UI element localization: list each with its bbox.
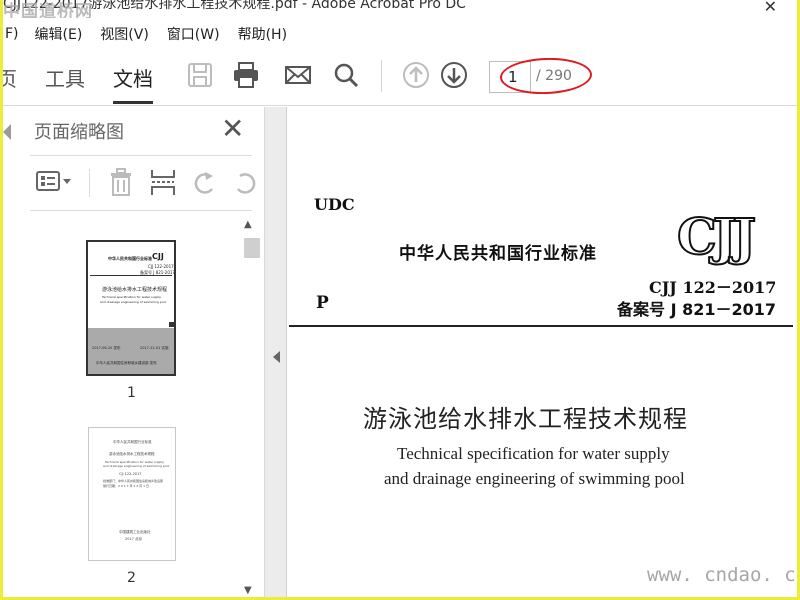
footer-watermark: www. cndao. com bbox=[647, 564, 797, 586]
title-bar: CJJ122-2017游泳池给水排水工程技术规程.pdf - Adobe Acr… bbox=[3, 0, 797, 18]
menu-window[interactable]: 窗口(W) bbox=[167, 24, 220, 44]
delete-icon[interactable] bbox=[107, 167, 135, 197]
thumb-line: and drainage engineering of swimming poo… bbox=[103, 464, 170, 468]
next-page-icon[interactable] bbox=[439, 60, 469, 90]
thumb-line: 中国建筑工业出版社 bbox=[119, 530, 151, 534]
panel-close-button[interactable]: ✕ bbox=[221, 112, 244, 145]
thumb-line: 中华人民共和国行业标准 bbox=[113, 440, 152, 444]
thumb-line: 2017-12-01 实施 bbox=[140, 346, 169, 350]
doc-title-en-1: Technical specification for water supply bbox=[397, 444, 670, 463]
options-menu-icon[interactable] bbox=[35, 169, 75, 195]
thumb-line: CJJ 122-2017 bbox=[119, 472, 142, 476]
cjj-logo: CJJ bbox=[676, 206, 757, 267]
doc-p: P bbox=[316, 293, 329, 313]
menu-bar: F) 编辑(E) 视图(V) 窗口(W) 帮助(H) bbox=[3, 22, 797, 46]
scroll-down-icon[interactable]: ▼ bbox=[244, 585, 252, 596]
doc-code: CJJ 122－2017 bbox=[649, 278, 777, 297]
thumb-line: 中华人民共和国行业标准 bbox=[108, 256, 152, 261]
thumb-line: 2017-06-20 发布 bbox=[92, 346, 121, 350]
thumb-grey-band bbox=[88, 328, 174, 374]
thumbnail-tools bbox=[3, 161, 265, 201]
doc-title-cn: 游泳池给水排水工程技术规程 bbox=[363, 405, 688, 433]
page-thumbnail-1[interactable]: 中华人民共和国行业标准 CJJ CJJ 122-2017 备案号 J 821-2… bbox=[86, 240, 176, 376]
scrollbar-thumb[interactable] bbox=[244, 238, 260, 258]
tab-document[interactable]: 文档 bbox=[113, 63, 153, 104]
thumb-line: Technical specification for water supply bbox=[102, 295, 162, 299]
doc-rule bbox=[289, 325, 793, 327]
thumb-resize-handle[interactable] bbox=[169, 322, 174, 327]
main-toolbar: 页 工具 文档 1 / 290 bbox=[3, 46, 797, 106]
menu-view[interactable]: 视图(V) bbox=[100, 24, 149, 44]
thumbnail-label-1: 1 bbox=[127, 385, 136, 401]
mail-icon[interactable] bbox=[283, 60, 313, 90]
menu-edit[interactable]: 编辑(E) bbox=[35, 24, 83, 44]
thumb-rule bbox=[90, 275, 172, 276]
thumbnails-panel: 页面缩略图 ✕ ▲ ▼ 中华人民共和国行业标准 CJJ CJJ 122-2017… bbox=[3, 107, 265, 597]
doc-record-number: 备案号 J 821－2017 bbox=[617, 300, 777, 319]
thumb-line: 批准部门：中华人民共和国住房和城乡建设部 bbox=[103, 479, 164, 483]
rotate-left-icon[interactable] bbox=[191, 169, 219, 197]
thumbnail-label-2: 2 bbox=[127, 570, 136, 586]
rotate-right-icon[interactable] bbox=[231, 169, 259, 197]
prev-page-icon[interactable] bbox=[401, 60, 431, 90]
document-page: UDC 中华人民共和国行业标准 CJJ CJJ 122－2017 P 备案号 J… bbox=[287, 107, 797, 597]
menu-file[interactable]: F) bbox=[5, 26, 19, 42]
thumb-logo: CJJ bbox=[152, 252, 164, 261]
panel-splitter[interactable] bbox=[265, 107, 287, 597]
thumb-line: 施行日期：2 0 1 7 年 1 2 月 1 日 bbox=[103, 484, 149, 488]
toolbar-separator bbox=[381, 60, 382, 92]
thumb-line: CJJ 122-2017 bbox=[148, 264, 174, 269]
collapse-panel-icon[interactable] bbox=[273, 351, 280, 363]
tab-tools[interactable]: 工具 bbox=[45, 63, 85, 92]
panel-divider bbox=[30, 155, 252, 156]
tools-separator bbox=[89, 169, 90, 197]
cjj-logo-text: CJJ bbox=[676, 206, 757, 267]
doc-udc: UDC bbox=[314, 195, 355, 214]
doc-title-en-2: and drainage engineering of swimming poo… bbox=[384, 469, 685, 488]
thumb-line: and drainage engineering of swimming poo… bbox=[100, 300, 167, 304]
save-icon[interactable] bbox=[185, 60, 215, 90]
page-thumbnail-2[interactable]: 中华人民共和国行业标准 游泳池给水排水工程技术规程 Technical spec… bbox=[88, 427, 176, 561]
tab-home[interactable]: 页 bbox=[3, 63, 17, 92]
thumb-line: 中华人民共和国住房和城乡建设部 发布 bbox=[96, 361, 157, 365]
print-icon[interactable] bbox=[231, 60, 261, 90]
scroll-up-icon[interactable]: ▲ bbox=[244, 219, 252, 230]
panel-title: 页面缩略图 bbox=[34, 122, 124, 143]
window-close-button[interactable]: ✕ bbox=[764, 0, 777, 16]
thumb-line: 游泳池给水排水工程技术规程 bbox=[102, 287, 168, 293]
site-watermark: 中国道桥网 bbox=[3, 2, 93, 18]
collapse-arrow-icon[interactable] bbox=[3, 124, 11, 140]
search-icon[interactable] bbox=[331, 60, 361, 90]
extract-pages-icon[interactable] bbox=[149, 167, 177, 197]
menu-help[interactable]: 帮助(H) bbox=[238, 24, 287, 44]
thumb-line: 游泳池给水排水工程技术规程 bbox=[109, 452, 155, 456]
doc-org: 中华人民共和国行业标准 bbox=[399, 244, 597, 264]
thumb-line: 2017 北京 bbox=[125, 537, 143, 541]
tools-divider bbox=[30, 210, 252, 211]
acrobat-window: CJJ122-2017游泳池给水排水工程技术规程.pdf - Adobe Acr… bbox=[3, 0, 797, 597]
